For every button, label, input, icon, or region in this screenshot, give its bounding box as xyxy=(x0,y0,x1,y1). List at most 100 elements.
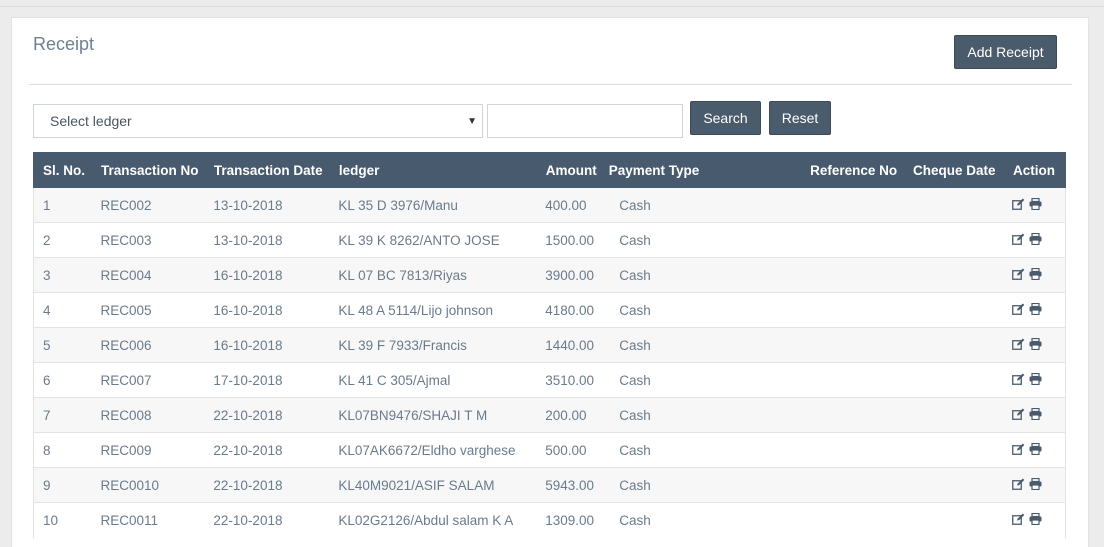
cell-action xyxy=(1003,187,1067,223)
edit-icon[interactable] xyxy=(1012,478,1025,490)
cell-sl-no: 2 xyxy=(33,222,92,258)
print-icon[interactable] xyxy=(1029,372,1042,385)
header-sl-no[interactable]: Sl. No. xyxy=(33,152,92,188)
cell-transaction-date: 22-10-2018 xyxy=(204,397,330,433)
cell-cheque-date xyxy=(903,327,1004,363)
cell-transaction-no: REC004 xyxy=(91,257,205,293)
cell-payment-type: Cash xyxy=(599,432,801,468)
cell-action xyxy=(1003,257,1067,293)
edit-icon[interactable] xyxy=(1012,303,1025,315)
cell-cheque-date xyxy=(903,502,1004,538)
edit-icon[interactable] xyxy=(1012,513,1025,525)
cell-action xyxy=(1003,292,1067,328)
cell-transaction-no: REC009 xyxy=(91,432,205,468)
header-payment-type[interactable]: Payment Type xyxy=(598,152,802,188)
cell-reference-no xyxy=(800,187,904,223)
header-ledger[interactable]: ledger xyxy=(328,152,537,188)
edit-icon[interactable] xyxy=(1012,338,1025,350)
cell-reference-no xyxy=(800,502,904,538)
table-row: 4 REC005 16-10-2018 KL 48 A 5114/Lijo jo… xyxy=(33,292,1067,328)
cell-reference-no xyxy=(800,362,904,398)
table-row: 7 REC008 22-10-2018 KL07BN9476/SHAJI T M… xyxy=(33,397,1067,433)
cell-cheque-date xyxy=(903,362,1004,398)
cell-sl-no: 8 xyxy=(33,432,92,468)
cell-amount: 200.00 xyxy=(536,397,600,433)
header-reference-no[interactable]: Reference No xyxy=(800,152,905,188)
cell-transaction-no: REC0010 xyxy=(91,467,205,503)
header-cheque-date[interactable]: Cheque Date xyxy=(903,152,1004,188)
cell-transaction-date: 16-10-2018 xyxy=(204,327,330,363)
cell-payment-type: Cash xyxy=(599,257,801,293)
cell-ledger: KL02G2126/Abdul salam K A xyxy=(329,502,537,538)
cell-payment-type: Cash xyxy=(599,292,801,328)
cell-action xyxy=(1003,362,1067,398)
add-receipt-button[interactable]: Add Receipt xyxy=(954,35,1057,69)
cell-ledger: KL 39 F 7933/Francis xyxy=(329,327,537,363)
cell-transaction-no: REC008 xyxy=(91,397,205,433)
print-icon[interactable] xyxy=(1029,407,1042,420)
cell-cheque-date xyxy=(903,467,1004,503)
table-header-row: Sl. No. Transaction No Transaction Date … xyxy=(33,152,1067,188)
ledger-select[interactable]: Select ledger ▼ xyxy=(33,104,483,138)
cell-ledger: KL 41 C 305/Ajmal xyxy=(329,362,537,398)
table-row: 5 REC006 16-10-2018 KL 39 F 7933/Francis… xyxy=(33,327,1067,363)
edit-icon[interactable] xyxy=(1012,408,1025,420)
edit-icon[interactable] xyxy=(1012,198,1025,210)
cell-action xyxy=(1003,222,1067,258)
header-amount[interactable]: Amount xyxy=(535,152,600,188)
table-row: 1 REC002 13-10-2018 KL 35 D 3976/Manu 40… xyxy=(33,187,1067,223)
cell-sl-no: 4 xyxy=(33,292,92,328)
receipt-panel: Receipt Add Receipt Select ledger ▼ Sear… xyxy=(11,17,1089,547)
cell-ledger: KL 39 K 8262/ANTO JOSE xyxy=(329,222,537,258)
cell-transaction-no: REC007 xyxy=(91,362,205,398)
cell-sl-no: 9 xyxy=(33,467,92,503)
edit-icon[interactable] xyxy=(1012,233,1025,245)
cell-amount: 1309.00 xyxy=(536,502,600,538)
print-icon[interactable] xyxy=(1029,232,1042,245)
table-row: 9 REC0010 22-10-2018 KL40M9021/ASIF SALA… xyxy=(33,467,1067,503)
ledger-select-value: Select ledger xyxy=(50,113,132,129)
cell-transaction-date: 22-10-2018 xyxy=(204,467,330,503)
cell-amount: 1500.00 xyxy=(536,222,600,258)
cell-reference-no xyxy=(800,327,904,363)
cell-reference-no xyxy=(800,467,904,503)
cell-transaction-no: REC006 xyxy=(91,327,205,363)
cell-cheque-date xyxy=(903,397,1004,433)
cell-action xyxy=(1003,502,1067,538)
cell-cheque-date xyxy=(903,222,1004,258)
cell-ledger: KL07BN9476/SHAJI T M xyxy=(329,397,537,433)
edit-icon[interactable] xyxy=(1012,373,1025,385)
cell-transaction-date: 16-10-2018 xyxy=(204,257,330,293)
cell-payment-type: Cash xyxy=(599,222,801,258)
search-button[interactable]: Search xyxy=(690,101,761,135)
header-action: Action xyxy=(1002,152,1067,188)
print-icon[interactable] xyxy=(1029,512,1042,525)
cell-cheque-date xyxy=(903,187,1004,223)
search-input[interactable] xyxy=(487,104,683,138)
header-transaction-date[interactable]: Transaction Date xyxy=(203,152,330,188)
print-icon[interactable] xyxy=(1029,302,1042,315)
print-icon[interactable] xyxy=(1029,337,1042,350)
print-icon[interactable] xyxy=(1029,197,1042,210)
reset-button[interactable]: Reset xyxy=(769,101,831,135)
cell-transaction-date: 13-10-2018 xyxy=(204,187,330,223)
cell-payment-type: Cash xyxy=(599,467,801,503)
print-icon[interactable] xyxy=(1029,442,1042,455)
cell-payment-type: Cash xyxy=(599,397,801,433)
table-row: 2 REC003 13-10-2018 KL 39 K 8262/ANTO JO… xyxy=(33,222,1067,258)
cell-transaction-no: REC003 xyxy=(91,222,205,258)
edit-icon[interactable] xyxy=(1012,268,1025,280)
edit-icon[interactable] xyxy=(1012,443,1025,455)
cell-payment-type: Cash xyxy=(599,187,801,223)
header-transaction-no[interactable]: Transaction No xyxy=(90,152,205,188)
cell-reference-no xyxy=(800,257,904,293)
cell-reference-no xyxy=(800,432,904,468)
cell-sl-no: 6 xyxy=(33,362,92,398)
print-icon[interactable] xyxy=(1029,477,1042,490)
cell-payment-type: Cash xyxy=(599,362,801,398)
cell-action xyxy=(1003,397,1067,433)
cell-transaction-date: 16-10-2018 xyxy=(204,292,330,328)
cell-transaction-date: 13-10-2018 xyxy=(204,222,330,258)
cell-cheque-date xyxy=(903,432,1004,468)
print-icon[interactable] xyxy=(1029,267,1042,280)
